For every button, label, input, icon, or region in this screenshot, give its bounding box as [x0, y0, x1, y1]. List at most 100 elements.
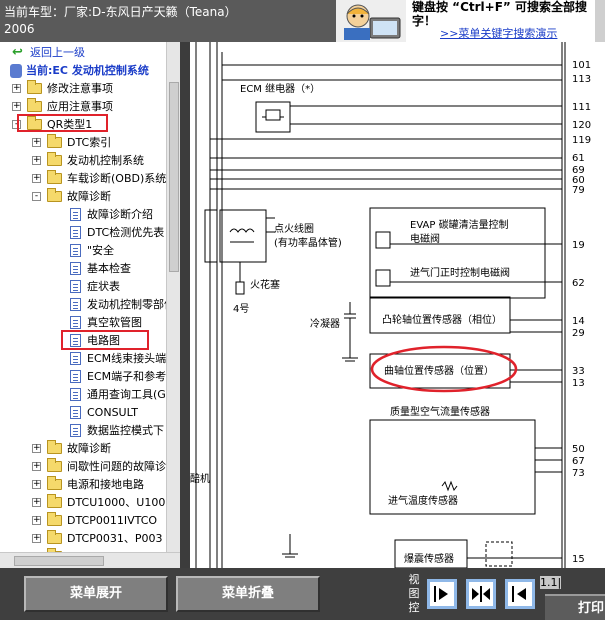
tree-folder-item[interactable]: - 故障诊断 — [0, 188, 166, 206]
crankshaft-sensor-label: 曲轴位置传感器（位置） — [384, 364, 494, 377]
expand-right-button[interactable] — [427, 579, 457, 609]
folder-icon — [47, 530, 62, 544]
tree-item-label: DTC索引 — [67, 136, 112, 149]
ignition-coil-sublabel: (有功率晶体管) — [274, 236, 342, 249]
pin-73: 73 — [572, 468, 585, 479]
folder-icon — [47, 188, 62, 202]
hint-scrollbar[interactable] — [595, 0, 605, 42]
back-label: 返回上一级 — [30, 46, 85, 59]
expand-toggle-icon[interactable]: + — [32, 516, 41, 525]
tree-item-label: 症状表 — [87, 280, 120, 293]
search-demo-link[interactable]: >>菜单关键字搜索演示 — [440, 25, 557, 41]
evap-label: EVAP 碳罐清洁量控制 — [410, 218, 509, 231]
tree-folder-item[interactable]: + 车载诊断(OBD)系统 — [0, 170, 166, 188]
expand-toggle-icon[interactable]: + — [12, 84, 21, 93]
tree-folder-item[interactable]: + DTCP0011IVTCO — [0, 512, 166, 530]
page-icon — [70, 226, 81, 239]
tree-item-label: ECM线束接头端 — [87, 352, 167, 365]
page-icon — [70, 280, 81, 293]
sidebar-horizontal-scrollbar[interactable] — [0, 552, 180, 568]
menu-collapse-button[interactable]: 菜单折叠 — [176, 576, 320, 612]
page-icon — [70, 244, 81, 257]
collapse-toggle-icon[interactable]: - — [32, 192, 41, 201]
panel-splitter[interactable] — [180, 42, 190, 568]
ignition-coil-label: 点火线圈 — [274, 222, 314, 235]
intake-temp-label: 进气温度传感器 — [388, 494, 458, 507]
folder-icon — [47, 134, 62, 148]
tree-item-label: DTCP0011IVTCO — [67, 514, 158, 527]
page-icon — [70, 316, 81, 329]
tree-folder-item[interactable]: + 发动机控制系统 — [0, 152, 166, 170]
sidebar-hscroll-thumb[interactable] — [14, 556, 104, 566]
tree-item-label: 基本检查 — [87, 262, 131, 275]
arrow-right-icon — [434, 586, 448, 602]
search-hint-text: 键盘按 “Ctrl+F” 可搜索全部搜字！ — [412, 0, 587, 28]
tree-page-item[interactable]: 通用查询工具(G — [0, 386, 166, 404]
expand-toggle-icon[interactable]: + — [32, 480, 41, 489]
folder-icon — [47, 476, 62, 490]
expand-toggle-icon[interactable]: + — [32, 534, 41, 543]
tree-folder-item[interactable]: + 电源和接地电路 — [0, 476, 166, 494]
tree-folder-item[interactable]: + DTCU1000、U100 — [0, 494, 166, 512]
menu-expand-button[interactable]: 菜单展开 — [24, 576, 168, 612]
page-icon — [70, 208, 81, 221]
expand-toggle-icon[interactable]: + — [32, 462, 41, 471]
folder-icon — [27, 98, 42, 112]
tree-page-item[interactable]: ECM端子和参考 — [0, 368, 166, 386]
back-link[interactable]: ↩ 返回上一级 — [0, 44, 166, 62]
tree-item-label: 修改注意事项 — [47, 82, 113, 95]
pin-19: 19 — [572, 240, 585, 251]
tree-page-item[interactable]: 故障诊断介绍 — [0, 206, 166, 224]
split-view-button[interactable] — [466, 579, 496, 609]
folder-icon — [47, 170, 62, 184]
split-arrows-icon — [472, 586, 490, 602]
tree-page-item[interactable]: 基本检查 — [0, 260, 166, 278]
tree-page-item[interactable]: "安全 — [0, 242, 166, 260]
tree-folder-item[interactable]: + 修改注意事项 — [0, 80, 166, 98]
tree-item-label: 车载诊断(OBD)系统 — [67, 172, 167, 185]
page-icon — [70, 406, 81, 419]
tree-item-label: 间歇性问题的故障诊 — [67, 460, 166, 473]
page-icon — [70, 370, 81, 383]
tree-page-item[interactable]: 发动机控制零部件 — [0, 296, 175, 314]
condenser-label: 冷凝器 — [310, 317, 340, 330]
page-icon — [70, 424, 81, 437]
maf-sensor-label: 质量型空气流量传感器 — [390, 405, 490, 418]
print-button[interactable]: 打印 — [545, 594, 605, 620]
vehicle-title: 当前车型：厂家:D-东风日产天籁（Teana） — [4, 5, 237, 19]
sidebar-scroll-thumb[interactable] — [169, 82, 179, 272]
tree-page-item[interactable]: 数据监控模式下 — [0, 422, 166, 440]
tree-item-label: 故障诊断 — [67, 190, 111, 203]
tree-folder-item[interactable]: + DTC索引 — [0, 134, 166, 152]
expand-toggle-icon[interactable]: + — [32, 444, 41, 453]
expand-toggle-icon[interactable]: + — [32, 138, 41, 147]
tree-item-label: "安全 — [87, 244, 115, 257]
expand-toggle-icon[interactable]: + — [32, 174, 41, 183]
tree-page-item[interactable]: ECM线束接头端 — [0, 350, 166, 368]
tree-item-label: DTC检测优先表 — [87, 226, 165, 239]
expand-toggle-icon[interactable]: + — [32, 498, 41, 507]
pin-14: 14 — [572, 316, 585, 327]
collapse-left-button[interactable] — [505, 579, 535, 609]
pin-33: 33 — [572, 366, 585, 377]
tree-page-item[interactable]: CONSULT — [0, 404, 166, 422]
arrow-left-icon — [512, 586, 526, 602]
pin-29: 29 — [572, 328, 585, 339]
cylinder-label: 4号 — [233, 303, 249, 315]
tree-page-item[interactable]: DTC检测优先表 — [0, 224, 166, 242]
side-text: 醅机 — [190, 472, 210, 485]
pin-101: 101 — [572, 60, 591, 71]
tree-folder-item[interactable]: + 间歇性问题的故障诊 — [0, 458, 166, 476]
expand-toggle-icon[interactable]: + — [32, 156, 41, 165]
tree-folder-item[interactable]: + DTCP0031、P003 — [0, 530, 166, 548]
pin-67: 67 — [572, 456, 585, 467]
tree-item-label: 通用查询工具(G — [87, 388, 166, 401]
page-icon — [70, 262, 81, 275]
tree-page-item[interactable]: 症状表 — [0, 278, 166, 296]
pin-61: 61 — [572, 153, 585, 164]
pin-79: 79 — [572, 185, 585, 196]
sidebar-vertical-scrollbar[interactable] — [166, 42, 180, 552]
folder-icon — [47, 512, 62, 526]
tree-folder-item[interactable]: + 故障诊断 — [0, 440, 166, 458]
expand-toggle-icon[interactable]: + — [12, 102, 21, 111]
